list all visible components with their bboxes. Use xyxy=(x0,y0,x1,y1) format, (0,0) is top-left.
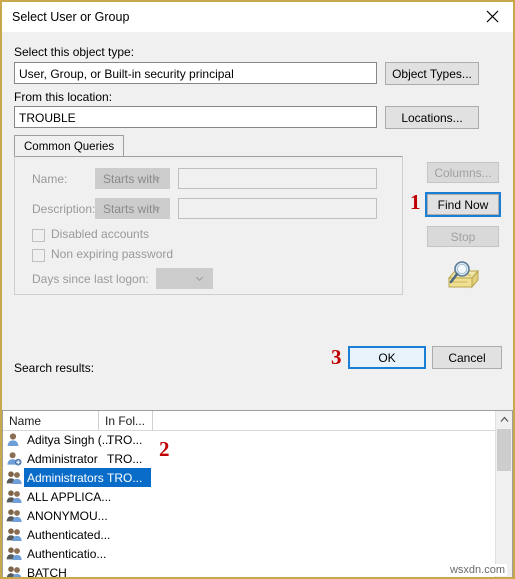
group-icon xyxy=(6,547,22,560)
row-name: Authenticatio... xyxy=(27,546,107,561)
select-user-or-group-dialog: Select User or Group Select this object … xyxy=(0,0,515,579)
dialog-body: Select this object type: User, Group, or… xyxy=(2,32,513,577)
location-input[interactable]: TROUBLE xyxy=(14,106,377,128)
annotation-3: 3 xyxy=(331,345,342,369)
table-row[interactable]: Administrator TRO... xyxy=(3,449,498,468)
description-label: Description: xyxy=(32,202,96,216)
object-type-label: Select this object type: xyxy=(14,45,135,59)
group-icon xyxy=(6,528,22,541)
user-icon xyxy=(7,433,19,446)
description-condition-value: Starts with xyxy=(103,201,160,216)
common-queries-panel: Name: Starts with Description: Starts wi… xyxy=(14,156,403,295)
user-icon xyxy=(6,432,23,447)
row-folder: TRO... xyxy=(107,470,143,485)
disabled-accounts-checkbox[interactable] xyxy=(32,229,45,242)
stop-button[interactable]: Stop xyxy=(427,226,499,247)
row-name: Aditya Singh (... xyxy=(27,432,112,447)
row-name: ANONYMOU... xyxy=(27,508,108,523)
name-label: Name: xyxy=(32,172,68,186)
chevron-down-icon xyxy=(152,176,161,181)
columns-button[interactable]: Columns... xyxy=(427,162,499,183)
group-icon xyxy=(6,527,23,542)
row-name: Administrator xyxy=(27,451,98,466)
description-condition-select[interactable]: Starts with xyxy=(95,198,170,219)
tab-common-queries[interactable]: Common Queries xyxy=(14,135,125,157)
group-icon xyxy=(6,471,22,484)
row-name: ALL APPLICA... xyxy=(27,489,112,504)
scroll-thumb[interactable] xyxy=(497,429,511,471)
ok-button[interactable]: OK xyxy=(348,346,426,369)
close-icon xyxy=(486,10,498,23)
chevron-up-icon xyxy=(500,416,508,422)
page-title: Select User or Group xyxy=(12,10,130,24)
name-condition-select[interactable]: Starts with xyxy=(95,168,170,189)
annotation-2: 2 xyxy=(159,437,170,461)
title-bar: Select User or Group xyxy=(2,2,513,33)
group-icon xyxy=(6,490,22,503)
row-name: BATCH xyxy=(27,565,67,579)
group-icon xyxy=(6,546,23,561)
table-row[interactable]: BATCH xyxy=(3,563,498,579)
group-icon xyxy=(6,489,23,504)
column-header-filler xyxy=(153,411,498,430)
administrators-row[interactable]: Administrators TRO... xyxy=(3,468,498,487)
row-name: Authenticated... xyxy=(27,527,111,542)
group-icon xyxy=(6,566,22,577)
row-name: Administrators xyxy=(27,470,104,485)
user-badge-icon xyxy=(7,452,22,466)
name-value-input[interactable] xyxy=(178,168,377,189)
chevron-down-icon xyxy=(152,206,161,211)
location-label: From this location: xyxy=(14,90,113,104)
table-row[interactable]: Authenticated... xyxy=(3,525,498,544)
locations-button[interactable]: Locations... xyxy=(385,106,479,129)
user-badge-icon xyxy=(6,451,23,466)
non-expiring-password-label: Non expiring password xyxy=(51,247,174,261)
name-condition-value: Starts with xyxy=(103,171,160,186)
group-icon xyxy=(6,565,23,577)
days-since-last-logon-select[interactable] xyxy=(156,268,213,289)
non-expiring-password-checkbox[interactable] xyxy=(32,249,45,262)
tab-strip: Common Queries xyxy=(14,135,403,157)
list-rows: Aditya Singh (... TRO... Administrator TRO.… xyxy=(3,430,498,579)
description-value-input[interactable] xyxy=(178,198,377,219)
search-results-list[interactable]: Name In Fol... Aditya Singh (... TRO... Ad… xyxy=(2,410,513,579)
list-header: Name In Fol... xyxy=(3,411,512,431)
table-row[interactable]: Authenticatio... xyxy=(3,544,498,563)
object-type-input[interactable]: User, Group, or Built-in security princi… xyxy=(14,62,377,84)
group-icon xyxy=(6,508,23,523)
group-icon xyxy=(6,470,23,485)
table-row[interactable]: ANONYMOU... xyxy=(3,506,498,525)
annotation-1: 1 xyxy=(410,190,421,214)
close-button[interactable] xyxy=(471,2,513,31)
cancel-button[interactable]: Cancel xyxy=(432,346,502,369)
list-scrollbar[interactable] xyxy=(495,411,512,577)
table-row[interactable]: ALL APPLICA... xyxy=(3,487,498,506)
days-since-last-logon-label: Days since last logon: xyxy=(32,272,149,286)
row-folder: TRO... xyxy=(107,451,143,466)
row-folder: TRO... xyxy=(107,432,143,447)
object-types-button[interactable]: Object Types... xyxy=(385,62,479,85)
chevron-down-icon xyxy=(195,276,204,281)
group-icon xyxy=(6,509,22,522)
watermark: wsxdn.com xyxy=(447,564,507,576)
search-results-label: Search results: xyxy=(14,361,95,375)
find-now-highlight xyxy=(425,192,501,217)
scroll-up-button[interactable] xyxy=(496,411,512,428)
table-row[interactable]: Aditya Singh (... TRO... xyxy=(3,430,498,449)
column-header-name[interactable]: Name xyxy=(3,411,99,430)
search-folder-icon xyxy=(445,260,485,297)
column-header-in-folder[interactable]: In Fol... xyxy=(99,411,153,430)
disabled-accounts-label: Disabled accounts xyxy=(51,227,150,241)
